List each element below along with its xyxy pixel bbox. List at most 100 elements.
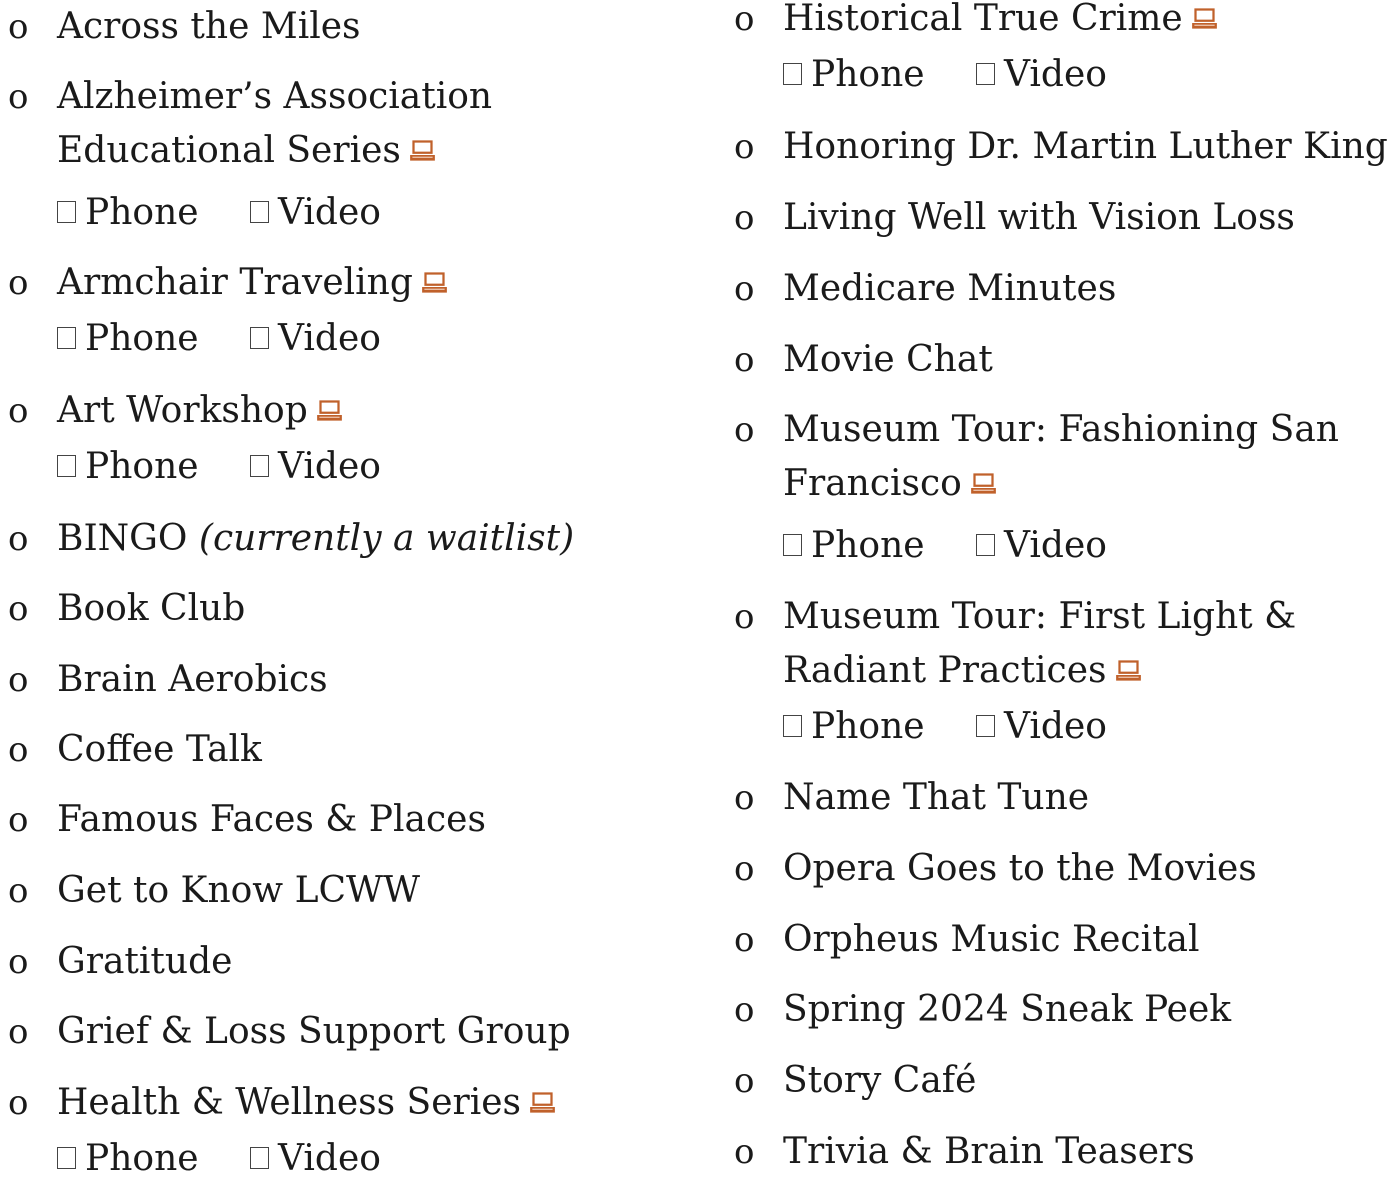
bullet-icon: o	[734, 778, 755, 818]
bullet-icon: o	[8, 391, 29, 431]
bullet-icon: o	[734, 990, 755, 1030]
item-label: Armchair Traveling	[57, 262, 413, 303]
video-option[interactable]: Video	[250, 186, 381, 240]
bullet-icon: o	[734, 920, 755, 960]
checkbox-icon[interactable]	[976, 715, 996, 737]
phone-option[interactable]: Phone	[57, 440, 199, 494]
phone-option[interactable]: Phone	[783, 700, 925, 754]
laptop-icon	[410, 139, 435, 161]
item-label-line2: Educational Series	[57, 124, 436, 178]
item-label: Alzheimer’s Association	[57, 76, 493, 117]
item-label-line: Health & Wellness Series	[57, 1076, 556, 1130]
item-label: Art Workshop	[57, 390, 308, 431]
item-label-line: Historical True Crime	[783, 0, 1218, 46]
checkbox-icon[interactable]	[976, 534, 996, 556]
video-option[interactable]: Video	[250, 312, 381, 366]
item-label: BINGO	[57, 518, 188, 559]
contact-options: Phone Video	[57, 440, 381, 494]
bullet-icon: o	[8, 263, 29, 303]
item-label: Trivia & Brain Teasers	[783, 1131, 1195, 1172]
item-label: Story Café	[783, 1060, 977, 1101]
checkbox-icon[interactable]	[57, 1147, 76, 1169]
video-option[interactable]: Video	[976, 48, 1107, 102]
phone-label: Phone	[85, 1138, 199, 1179]
waitlist-note: (currently a waitlist)	[198, 518, 575, 559]
item-label: Medicare Minutes	[783, 268, 1117, 309]
phone-option[interactable]: Phone	[783, 48, 925, 102]
checkbox-icon[interactable]	[250, 201, 270, 223]
item-label-line2: Radiant Practices	[783, 644, 1142, 698]
video-option[interactable]: Video	[976, 519, 1107, 573]
item-label: Famous Faces & Places	[57, 799, 486, 840]
video-label: Video	[278, 446, 381, 487]
video-option[interactable]: Video	[976, 700, 1107, 754]
checkbox-icon[interactable]	[783, 63, 802, 85]
item-label-text: Radiant Practices	[783, 650, 1107, 691]
item-label-text: Educational Series	[57, 130, 401, 171]
checkbox-icon[interactable]	[250, 327, 270, 349]
item-label: Museum Tour: First Light &	[783, 596, 1297, 637]
item-label-line: Art Workshop	[57, 384, 343, 438]
laptop-icon	[1115, 659, 1141, 681]
bullet-icon: o	[8, 730, 29, 770]
bullet-icon: o	[8, 1083, 29, 1123]
bullet-icon: o	[734, 1132, 755, 1172]
item-label: Book Club	[57, 588, 246, 629]
item-label: Name That Tune	[783, 777, 1090, 818]
contact-options: Phone Video	[57, 1132, 381, 1186]
bullet-icon: o	[734, 410, 755, 450]
checkbox-icon[interactable]	[250, 455, 270, 477]
bullet-icon: o	[8, 871, 29, 911]
checkbox-icon[interactable]	[783, 534, 802, 556]
checkbox-icon[interactable]	[976, 63, 996, 85]
item-label: Brain Aerobics	[57, 659, 328, 700]
contact-options: Phone Video	[783, 48, 1107, 102]
bullet-icon: o	[8, 942, 29, 982]
bullet-icon: o	[734, 269, 755, 309]
item-label: Living Well with Vision Loss	[783, 197, 1295, 238]
checkbox-icon[interactable]	[57, 327, 76, 349]
laptop-icon	[422, 271, 447, 293]
video-option[interactable]: Video	[250, 440, 381, 494]
bullet-icon: o	[8, 1012, 29, 1052]
checkbox-icon[interactable]	[57, 455, 76, 477]
item-label: Get to Know LCWW	[57, 870, 421, 911]
item-label: Grief & Loss Support Group	[57, 1011, 571, 1052]
video-label: Video	[1004, 54, 1107, 95]
item-label: Honoring Dr. Martin Luther King	[783, 126, 1388, 167]
phone-label: Phone	[85, 318, 199, 359]
item-label: Spring 2024 Sneak Peek	[783, 989, 1232, 1030]
contact-options: Phone Video	[783, 700, 1107, 754]
bullet-icon: o	[8, 519, 29, 559]
checkbox-icon[interactable]	[250, 1147, 270, 1169]
bullet-icon: o	[8, 660, 29, 700]
bullet-icon: o	[734, 1061, 755, 1101]
phone-label: Phone	[811, 706, 925, 747]
item-label: Health & Wellness Series	[57, 1082, 522, 1123]
laptop-icon	[316, 399, 342, 421]
checkbox-icon[interactable]	[783, 715, 802, 737]
phone-label: Phone	[811, 525, 925, 566]
bullet-icon: o	[734, 597, 755, 637]
bullet-icon: o	[8, 800, 29, 840]
bullet-icon: o	[734, 0, 755, 39]
item-label: Coffee Talk	[57, 729, 262, 770]
phone-option[interactable]: Phone	[57, 312, 199, 366]
video-option[interactable]: Video	[250, 1132, 381, 1186]
phone-option[interactable]: Phone	[57, 186, 199, 240]
item-label: Opera Goes to the Movies	[783, 848, 1257, 889]
video-label: Video	[278, 318, 381, 359]
phone-option[interactable]: Phone	[57, 1132, 199, 1186]
laptop-icon	[970, 472, 996, 494]
contact-options: Phone Video	[783, 519, 1107, 573]
item-label-text: Francisco	[783, 463, 962, 504]
bullet-icon: o	[734, 198, 755, 238]
contact-options: Phone Video	[57, 312, 381, 366]
item-label: Orpheus Music Recital	[783, 919, 1200, 960]
bullet-icon: o	[734, 340, 755, 380]
phone-option[interactable]: Phone	[783, 519, 925, 573]
phone-label: Phone	[85, 192, 199, 233]
checkbox-icon[interactable]	[57, 201, 76, 223]
bullet-icon: o	[8, 7, 29, 47]
phone-label: Phone	[811, 54, 925, 95]
